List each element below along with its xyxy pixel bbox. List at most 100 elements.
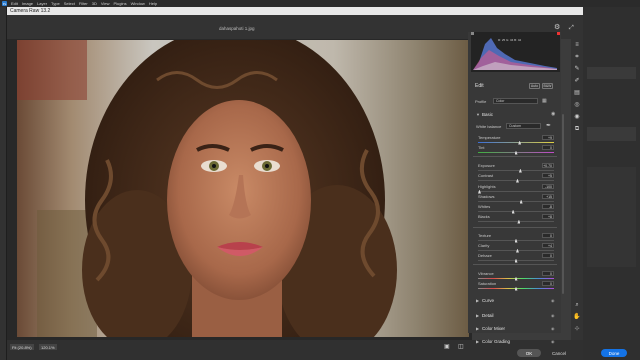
slider-value-input[interactable]: -8 (542, 203, 554, 209)
sampler-icon[interactable]: ⊹ (573, 325, 581, 333)
profile-browser-icon[interactable]: ▦ (542, 98, 547, 104)
visibility-icon[interactable]: ◉ (551, 111, 555, 117)
ok-button[interactable]: OK (517, 349, 541, 357)
cancel-button[interactable]: Cancel (548, 349, 570, 357)
ps-panel-block (587, 167, 636, 267)
slider-value-input[interactable]: +4 (542, 242, 554, 248)
redeye-icon[interactable]: ◉ (573, 113, 581, 121)
slider-value-input[interactable]: 0 (542, 144, 554, 150)
menu-item[interactable]: Layer (37, 1, 47, 6)
snapshot-icon[interactable]: ⧉ (573, 125, 581, 133)
zoom-icon[interactable]: ⌕ (573, 301, 581, 309)
menu-item[interactable]: Image (22, 1, 33, 6)
done-button[interactable]: Done (601, 349, 627, 357)
slider-track[interactable] (478, 180, 554, 181)
menu-item[interactable]: Help (149, 1, 157, 6)
section-divider (473, 227, 557, 228)
menu-item[interactable]: Filter (79, 1, 88, 6)
slider-value-input[interactable]: 0 (542, 252, 554, 258)
gear-icon[interactable]: ⚙ (554, 24, 562, 32)
auto-button[interactable]: Auto (529, 83, 540, 89)
profile-select[interactable]: Color (493, 98, 538, 104)
menu-item[interactable]: Plugins (113, 1, 126, 6)
slider-track[interactable] (478, 250, 554, 251)
slider-value-input[interactable]: 0 (542, 232, 554, 238)
ps-toolbar-left (0, 7, 6, 360)
fullscreen-icon[interactable]: ⤢ (569, 24, 577, 32)
menu-item[interactable]: 3D (92, 1, 97, 6)
section-color-grading[interactable]: ▶ Color Grading ◉ (471, 337, 557, 346)
zoom-value-menu[interactable]: 120.1% (39, 344, 57, 350)
section-basic[interactable]: ▼ Basic (471, 110, 557, 119)
slider-value-input[interactable]: -100 (542, 183, 554, 189)
slider-value-input[interactable]: 0 (542, 280, 554, 286)
brush-icon[interactable]: ✐ (573, 77, 581, 85)
white-balance-select[interactable]: Custom (506, 123, 541, 129)
preview-photo[interactable] (17, 40, 469, 337)
dialog-titlebar: Camera Raw 13.2 (7, 7, 583, 15)
slider-exposure[interactable]: Exposure +0.70 (478, 162, 554, 173)
bw-button[interactable]: B&W (542, 83, 553, 89)
panel-scrollbar[interactable] (562, 114, 564, 294)
slider-track[interactable] (478, 221, 554, 222)
slider-texture[interactable]: Texture 0 (478, 232, 554, 243)
zoom-fit-menu[interactable]: Fit (20.8%) (10, 344, 34, 350)
slider-label: Clarity (478, 243, 490, 248)
edit-icon[interactable]: ≡ (573, 41, 581, 49)
visibility-icon[interactable]: ◉ (551, 339, 555, 344)
slider-value-input[interactable]: +8 (542, 213, 554, 219)
app-menubar: Ps Edit Image Layer Type Select Filter 3D View P… (0, 0, 640, 7)
ps-panel-block (587, 127, 636, 141)
slider-track[interactable] (478, 191, 554, 192)
slider-track[interactable] (478, 201, 554, 202)
image-canvas (7, 39, 472, 340)
slider-value-input[interactable]: +15 (542, 193, 554, 199)
slider-contrast[interactable]: Contrast +5 (478, 172, 554, 183)
slider-track[interactable] (478, 170, 554, 171)
ps-panel-block (587, 67, 636, 79)
compare-icon[interactable]: ◫ (458, 343, 464, 350)
slider-label: Exposure (478, 163, 495, 168)
section-curve[interactable]: ▶ Curve ◉ (471, 296, 557, 305)
slider-highlights[interactable]: Highlights -100 (478, 183, 554, 194)
visibility-icon[interactable]: ◉ (551, 326, 555, 331)
menu-item[interactable]: Edit (11, 1, 18, 6)
slider-track[interactable] (478, 211, 554, 212)
slider-temperature[interactable]: Temperature +9 (478, 134, 554, 145)
slider-dehaze[interactable]: Dehaze 0 (478, 252, 554, 263)
slider-saturation[interactable]: Saturation 0 (478, 280, 554, 291)
slider-tint[interactable]: Tint 0 (478, 144, 554, 155)
slider-value-input[interactable]: +5 (542, 172, 554, 178)
slider-label: Contrast (478, 173, 494, 178)
radial-icon[interactable]: ◎ (573, 101, 581, 109)
dialog-title: Camera Raw 13.2 (10, 8, 51, 14)
photoshop-logo: Ps (2, 1, 7, 6)
section-divider (473, 264, 557, 265)
slider-vibrance[interactable]: Vibrance 0 (478, 270, 554, 281)
menu-item[interactable]: Type (51, 1, 60, 6)
slider-clarity[interactable]: Clarity +4 (478, 242, 554, 253)
visibility-icon[interactable]: ◉ (551, 298, 555, 303)
visibility-icon[interactable]: ◉ (551, 313, 555, 318)
slider-value-input[interactable]: +0.70 (542, 162, 554, 168)
slider-value-input[interactable]: 0 (542, 270, 554, 276)
view-icon[interactable]: ▣ (444, 343, 450, 350)
menu-item[interactable]: Window (131, 1, 145, 6)
slider-shadows[interactable]: Shadows +15 (478, 193, 554, 204)
slider-track[interactable] (478, 142, 554, 143)
hand-icon[interactable]: ✋ (573, 313, 581, 321)
crop-icon[interactable]: ⌗ (573, 53, 581, 61)
white-balance-label: White balance (476, 124, 502, 129)
gradient-icon[interactable]: ▤ (573, 89, 581, 97)
heal-icon[interactable]: ✎ (573, 65, 581, 73)
eyedropper-icon[interactable]: ✒ (546, 122, 551, 129)
section-label: Curve (482, 298, 495, 303)
menu-item[interactable]: Select (64, 1, 75, 6)
slider-blacks[interactable]: Blacks +8 (478, 213, 554, 224)
slider-value-input[interactable]: +9 (542, 134, 554, 140)
section-label: Color Grading (482, 339, 511, 344)
menu-item[interactable]: View (101, 1, 110, 6)
section-color-mixer[interactable]: ▶ Color Mixer ◉ (471, 324, 557, 333)
slider-whites[interactable]: Whites -8 (478, 203, 554, 214)
section-detail[interactable]: ▶ Detail ◉ (471, 311, 557, 320)
